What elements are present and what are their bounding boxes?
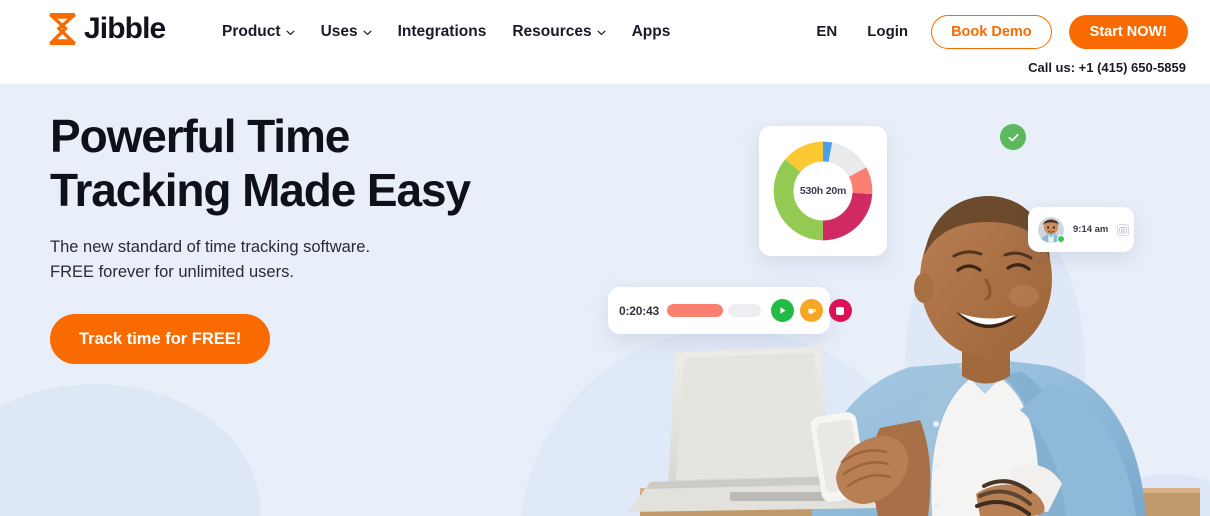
timer-elapsed-text: 0:20:43 (619, 303, 659, 318)
chevron-down-icon (286, 30, 295, 36)
hero-section: Powerful Time Tracking Made Easy The new… (0, 84, 1210, 516)
chevron-down-icon (363, 30, 372, 36)
donut-center-label: 530h 20m (799, 185, 847, 197)
login-link[interactable]: Login (867, 15, 908, 49)
nav-label: Integrations (397, 23, 487, 40)
timer-progress-fill (666, 304, 723, 317)
subcopy-line-2: FREE forever for unlimited users. (50, 263, 294, 281)
timer-buttons (770, 299, 852, 322)
decorative-blob-left (0, 384, 260, 516)
nav-item-product[interactable]: Product (222, 20, 295, 44)
avatar (1038, 216, 1065, 243)
hero-copy: Powerful Time Tracking Made Easy The new… (50, 109, 570, 364)
donut-chart-card: 530h 20m (759, 126, 887, 256)
stop-square-icon (836, 306, 845, 315)
photo-badge-glyph (1119, 226, 1128, 233)
nav-item-uses[interactable]: Uses (321, 20, 372, 44)
photo-badge-icon (1117, 223, 1130, 236)
hero-headline: Powerful Time Tracking Made Easy (50, 109, 570, 217)
chevron-down-icon (597, 30, 606, 36)
brand-logo[interactable]: Jibble (48, 12, 166, 45)
notification-time: 9:14 am (1073, 224, 1109, 235)
timer-progress-track (727, 304, 761, 317)
language-selector[interactable]: EN (816, 15, 837, 49)
timer-progress-bar (666, 304, 761, 317)
check-icon (1007, 133, 1019, 141)
headline-line-2: Tracking Made Easy (50, 164, 471, 216)
hourglass-logo-icon (48, 13, 77, 45)
brand-name: Jibble (84, 12, 166, 45)
online-status-dot (1057, 234, 1065, 243)
nav-label: Product (222, 23, 281, 40)
subcopy-line-1: The new standard of time tracking softwa… (50, 238, 371, 256)
main-navigation: Product Uses Integrations Resources Apps (222, 20, 670, 44)
book-demo-button[interactable]: Book Demo (931, 15, 1052, 49)
check-badge (1000, 124, 1026, 150)
donut-chart: 530h 20m (771, 139, 875, 243)
play-icon (780, 307, 786, 314)
site-header: Jibble Product Uses Integrations Resourc… (0, 0, 1210, 84)
start-now-button[interactable]: Start NOW! (1068, 15, 1188, 49)
nav-label: Uses (320, 23, 358, 40)
nav-label: Apps (631, 23, 671, 40)
nav-item-integrations[interactable]: Integrations (398, 20, 487, 44)
header-actions: EN Login Book Demo Start NOW! (816, 15, 1188, 49)
nav-item-resources[interactable]: Resources (512, 20, 606, 44)
stop-button[interactable] (828, 299, 852, 322)
nav-label: Resources (512, 23, 592, 40)
track-time-cta-button[interactable]: Track time for FREE! (50, 314, 271, 364)
headline-line-1: Powerful Time (50, 110, 350, 162)
timer-card: 0:20:43 (608, 287, 852, 334)
header-inner: Jibble Product Uses Integrations Resourc… (0, 0, 1210, 84)
page-root: Jibble Product Uses Integrations Resourc… (0, 0, 1210, 516)
hero-subcopy: The new standard of time tracking softwa… (50, 235, 570, 285)
nav-item-apps[interactable]: Apps (632, 20, 671, 44)
call-us-link[interactable]: Call us: +1 (415) 650-5859 (1028, 60, 1186, 75)
resume-button[interactable] (770, 299, 794, 322)
hero-artwork: 530h 20m 0:20:43 9:14 am (510, 84, 1210, 516)
break-button[interactable] (799, 299, 823, 322)
coffee-icon (808, 308, 817, 314)
notification-card: 9:14 am (1028, 207, 1134, 252)
